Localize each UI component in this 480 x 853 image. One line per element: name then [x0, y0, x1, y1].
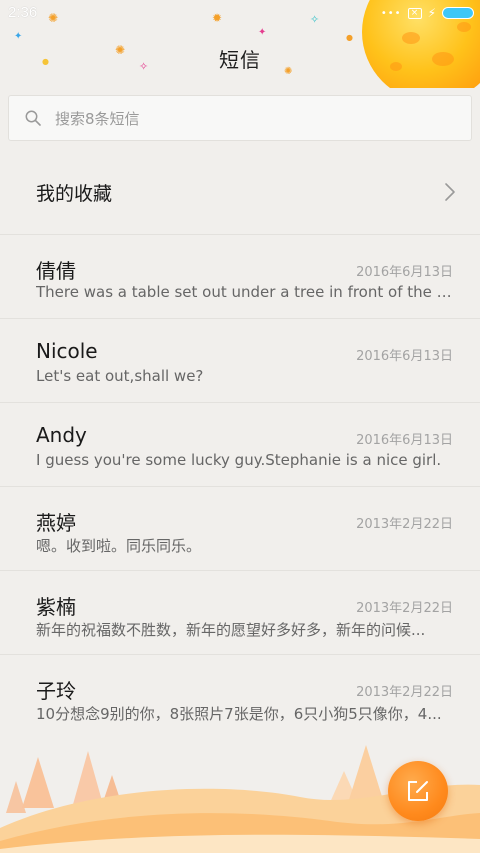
status-time: 2:36 [8, 4, 38, 21]
contact-name: Andy [36, 423, 87, 447]
message-snippet: 嗯。收到啦。同乐同乐。 [36, 537, 202, 555]
message-snippet: I guess you're some lucky guy.Stephanie … [36, 451, 442, 469]
message-date: 2016年6月13日 [356, 349, 453, 364]
message-snippet: There was a table set out under a tree i… [36, 283, 454, 301]
conversation-row[interactable]: Nicole 2016年6月13日 Let's eat out,shall we… [0, 318, 480, 402]
header: ✺ ✦ ✺ ✧ ● ✹ ✦ ✧ ✺ ● 2:36 ••• × ⚡ 短信 [0, 0, 480, 88]
no-sim-icon: × [407, 7, 422, 19]
favorites-label: 我的收藏 [36, 182, 113, 205]
contact-name: Nicole [36, 339, 98, 363]
firework-sparkle: ✧ [310, 13, 320, 26]
contact-name: 子玲 [36, 679, 76, 703]
battery-icon [442, 7, 474, 19]
message-date: 2016年6月13日 [356, 433, 453, 448]
page-title: 短信 [219, 48, 261, 72]
chevron-right-icon [445, 183, 455, 201]
compose-button[interactable] [388, 761, 448, 821]
contact-name: 紫楠 [36, 595, 76, 619]
conversation-row[interactable]: 燕婷 2013年2月22日 嗯。收到啦。同乐同乐。 [0, 486, 480, 570]
search-input[interactable]: 搜索8条短信 [8, 95, 472, 141]
firework-sparkle: ✦ [14, 31, 23, 42]
message-date: 2013年2月22日 [356, 517, 453, 532]
firework-sparkle: ✹ [212, 11, 223, 25]
message-snippet: Let's eat out,shall we? [36, 367, 204, 385]
contact-name: 倩倩 [36, 259, 76, 283]
firework-sparkle: ✦ [258, 27, 267, 38]
firework-sparkle: ✺ [48, 11, 59, 25]
notification-dots-icon: ••• [380, 7, 402, 19]
message-snippet: 新年的祝福数不胜数，新年的愿望好多好多，新年的问候... [36, 621, 426, 639]
message-date: 2016年6月13日 [356, 265, 453, 280]
message-date: 2013年2月22日 [356, 601, 453, 616]
contact-name: 燕婷 [36, 511, 76, 535]
conversation-row[interactable]: 倩倩 2016年6月13日 There was a table set out … [0, 234, 480, 318]
search-icon [25, 110, 41, 126]
search-placeholder: 搜索8条短信 [55, 109, 140, 128]
conversation-list: 倩倩 2016年6月13日 There was a table set out … [0, 234, 480, 738]
firework-sparkle: ● [346, 33, 353, 42]
charging-icon: ⚡ [427, 6, 436, 20]
compose-icon [408, 781, 428, 801]
conversation-row[interactable]: 紫楠 2013年2月22日 新年的祝福数不胜数，新年的愿望好多好多，新年的问候.… [0, 570, 480, 654]
favorites-item[interactable]: 我的收藏 [0, 151, 480, 233]
conversation-row[interactable]: Andy 2016年6月13日 I guess you're some luck… [0, 402, 480, 486]
message-snippet: 10分想念9别的你，8张照片7张是你，6只小狗5只像你，4... [36, 705, 442, 723]
message-date: 2013年2月22日 [356, 685, 453, 700]
status-icons: ••• × ⚡ [381, 5, 474, 21]
